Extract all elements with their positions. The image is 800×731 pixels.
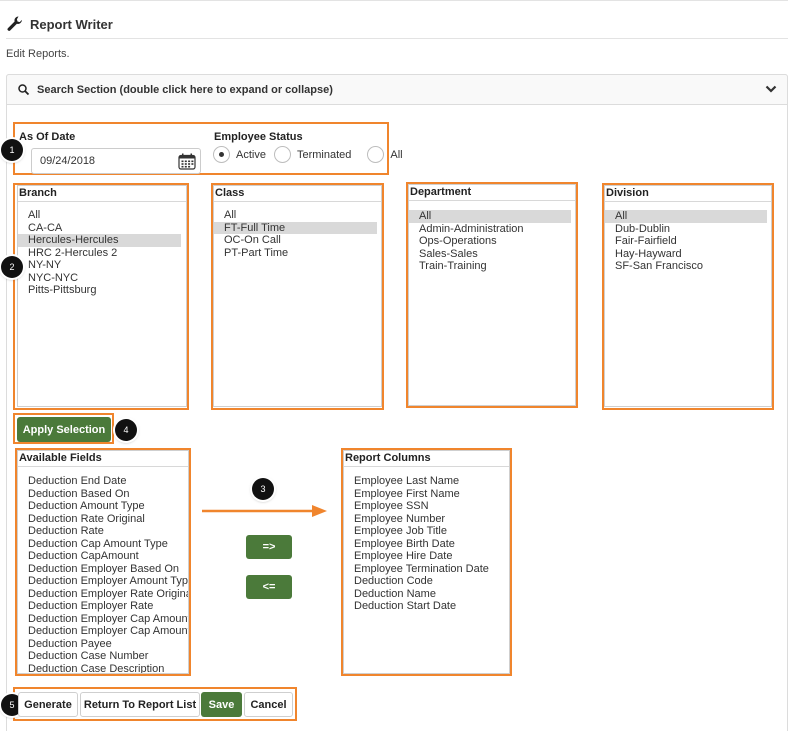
available-field-item[interactable]: Deduction Cap Amount Type — [18, 538, 188, 551]
department-listbox[interactable]: Department All Admin-Administration Ops-… — [408, 184, 576, 406]
page-subtitle: Edit Reports. — [6, 48, 70, 60]
search-section-header[interactable]: Search Section (double click here to exp… — [6, 74, 788, 105]
as-of-date-label: As Of Date — [19, 131, 76, 143]
report-column-item[interactable]: Employee First Name — [344, 488, 509, 501]
cancel-button[interactable]: Cancel — [244, 692, 293, 717]
radio-active-label: Active — [236, 148, 266, 161]
radio-terminated[interactable] — [273, 146, 291, 163]
available-field-item[interactable]: Deduction Employer Rate — [18, 600, 188, 613]
report-column-item[interactable]: Employee Number — [344, 513, 509, 526]
available-field-item[interactable]: Deduction CapAmount — [18, 550, 188, 563]
apply-selection-button[interactable]: Apply Selection — [17, 417, 111, 442]
branch-option[interactable]: NYC-NYC — [18, 272, 186, 285]
calendar-icon[interactable] — [178, 153, 196, 170]
available-field-item[interactable]: Deduction Employer Rate Original — [18, 588, 188, 601]
available-field-item[interactable]: Deduction Employer Cap Amount — [18, 625, 188, 638]
branch-option-selected[interactable]: Hercules-Hercules — [18, 234, 181, 247]
report-column-item[interactable]: Employee Birth Date — [344, 538, 509, 551]
callout-2: 2 — [1, 256, 23, 278]
division-option[interactable]: Hay-Hayward — [605, 248, 771, 261]
available-field-item[interactable]: Deduction Based On — [18, 488, 188, 501]
department-option[interactable]: Sales-Sales — [409, 248, 575, 261]
available-field-item[interactable]: Deduction Rate Original — [18, 513, 188, 526]
search-icon — [18, 83, 30, 95]
employee-status-label: Employee Status — [214, 131, 303, 143]
return-to-report-list-button[interactable]: Return To Report List — [80, 692, 200, 717]
move-left-button[interactable]: <= — [246, 575, 292, 599]
branch-label: Branch — [18, 186, 186, 202]
report-column-item[interactable]: Deduction Code — [344, 575, 509, 588]
division-option[interactable]: SF-San Francisco — [605, 260, 771, 273]
branch-option[interactable]: HRC 2-Hercules 2 — [18, 247, 186, 260]
top-divider — [0, 0, 788, 1]
arrow-right-icon — [202, 505, 327, 517]
division-option[interactable]: Dub-Dublin — [605, 223, 771, 236]
available-field-item[interactable]: Deduction Rate — [18, 525, 188, 538]
available-field-item[interactable]: Deduction Employer Cap Amount Ty — [18, 613, 188, 626]
radio-terminated-label: Terminated — [296, 148, 352, 161]
class-option[interactable]: PT-Part Time — [214, 247, 381, 260]
as-of-date-value: 09/24/2018 — [40, 155, 96, 167]
division-option[interactable]: Fair-Fairfield — [605, 235, 771, 248]
available-field-item[interactable]: Deduction Employer Amount Type — [18, 575, 188, 588]
chevron-down-icon[interactable] — [765, 84, 777, 94]
available-fields-label: Available Fields — [18, 451, 188, 467]
class-option[interactable]: OC-On Call — [214, 234, 381, 247]
branch-option[interactable]: CA-CA — [18, 222, 186, 235]
as-of-date-input[interactable]: 09/24/2018 — [31, 148, 201, 174]
branch-option[interactable]: All — [18, 209, 186, 222]
radio-active[interactable] — [213, 146, 230, 163]
report-column-item[interactable]: Employee Termination Date — [344, 563, 509, 576]
division-option-selected[interactable]: All — [605, 210, 767, 223]
division-label: Division — [605, 186, 771, 202]
branch-option[interactable]: NY-NY — [18, 259, 186, 272]
branch-option[interactable]: Pitts-Pittsburg — [18, 284, 186, 297]
available-field-item[interactable]: Deduction Case Number — [18, 650, 188, 663]
division-listbox[interactable]: Division All Dub-Dublin Fair-Fairfield H… — [604, 185, 772, 407]
report-column-item[interactable]: Employee SSN — [344, 500, 509, 513]
callout-4: 4 — [115, 419, 137, 441]
generate-button[interactable]: Generate — [18, 692, 78, 717]
available-field-item[interactable]: Deduction End Date — [18, 475, 188, 488]
header-divider — [6, 38, 788, 39]
available-field-item[interactable]: Deduction Amount Type — [18, 500, 188, 513]
search-section-title: Search Section (double click here to exp… — [37, 83, 333, 96]
class-option[interactable]: All — [214, 209, 381, 222]
callout-3: 3 — [252, 478, 274, 500]
page-title: Report Writer — [30, 16, 113, 32]
class-label: Class — [214, 186, 381, 202]
report-column-item[interactable]: Employee Job Title — [344, 525, 509, 538]
department-label: Department — [409, 185, 575, 201]
department-option[interactable]: Train-Training — [409, 260, 575, 273]
report-columns-listbox[interactable]: Report Columns Employee Last Name Employ… — [343, 450, 510, 674]
department-option[interactable]: Ops-Operations — [409, 235, 575, 248]
department-option-selected[interactable]: All — [409, 210, 571, 223]
report-columns-label: Report Columns — [344, 451, 509, 467]
radio-all-label: All — [390, 148, 403, 161]
class-option-selected[interactable]: FT-Full Time — [214, 221, 377, 234]
available-field-item[interactable]: Deduction Employer Based On — [18, 563, 188, 576]
employee-status-group: Active Terminated All — [213, 146, 403, 163]
move-right-button[interactable]: => — [246, 535, 292, 559]
callout-1: 1 — [1, 139, 23, 161]
available-field-item[interactable]: Deduction Payee — [18, 638, 188, 651]
report-column-item[interactable]: Employee Hire Date — [344, 550, 509, 563]
report-column-item[interactable]: Deduction Name — [344, 588, 509, 601]
save-button[interactable]: Save — [201, 692, 242, 717]
report-column-item[interactable]: Deduction Start Date — [344, 600, 509, 613]
available-field-item[interactable]: Deduction Case Description — [18, 663, 188, 674]
branch-listbox[interactable]: Branch All CA-CA Hercules-Hercules HRC 2… — [17, 185, 187, 407]
radio-all[interactable] — [367, 146, 385, 163]
wrench-icon — [7, 16, 22, 31]
department-option[interactable]: Admin-Administration — [409, 223, 575, 236]
report-column-item[interactable]: Employee Last Name — [344, 475, 509, 488]
page-header: Report Writer — [6, 14, 113, 34]
class-listbox[interactable]: Class All FT-Full Time OC-On Call PT-Par… — [213, 185, 382, 407]
available-fields-listbox[interactable]: Available Fields Deduction End Date Dedu… — [17, 450, 189, 674]
